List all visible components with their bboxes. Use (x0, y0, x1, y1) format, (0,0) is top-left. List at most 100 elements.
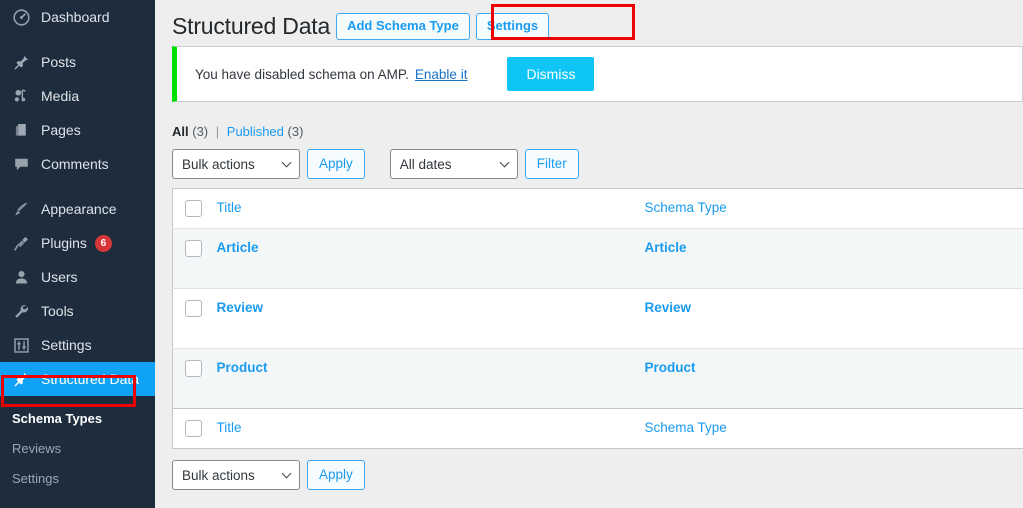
pin-icon (10, 52, 32, 72)
menu-separator (0, 34, 155, 45)
sidebar-item-dashboard[interactable]: Dashboard (0, 0, 155, 34)
chevron-down-icon (281, 468, 292, 479)
settings-button[interactable]: Settings (475, 12, 550, 40)
bulk-actions-select-bottom-value: Bulk actions (182, 467, 255, 483)
page-header: Structured Data Add Schema Type Settings (155, 0, 1023, 44)
row-schema-type-link[interactable]: Review (645, 300, 692, 315)
sidebar-item-label: Plugins (41, 235, 87, 251)
schema-type-column-sort-link-footer[interactable]: Schema Type (645, 420, 727, 435)
schema-types-table: Title Schema Type Article Article Review Re… (172, 188, 1023, 449)
select-all-header (172, 188, 215, 229)
wordpress-admin-screen: Dashboard Posts Media Pages Comments Appearan… (0, 0, 1023, 508)
schema-type-column-sort-link[interactable]: Schema Type (645, 200, 727, 215)
bulk-actions-select-bottom[interactable]: Bulk actions (172, 460, 300, 490)
apply-button-top[interactable]: Apply (307, 149, 365, 179)
sidebar-item-appearance[interactable]: Appearance (0, 192, 155, 226)
select-all-checkbox-footer[interactable] (185, 420, 202, 437)
sidebar-item-plugins[interactable]: Plugins 6 (0, 226, 155, 260)
sidebar-item-posts[interactable]: Posts (0, 45, 155, 79)
amp-notice: You have disabled schema on AMP. Enable … (172, 46, 1023, 102)
date-filter-select[interactable]: All dates (389, 149, 518, 179)
sidebar-item-label: Pages (41, 122, 81, 138)
sliders-icon (10, 335, 32, 355)
dashboard-icon (10, 7, 32, 27)
row-title-link[interactable]: Review (217, 300, 264, 315)
user-icon (10, 267, 32, 287)
tablenav-top: Bulk actions Apply All dates Filter (172, 149, 1023, 179)
comments-icon (10, 154, 32, 174)
row-schema-type-cell: Article (644, 228, 1023, 289)
admin-sidebar: Dashboard Posts Media Pages Comments Appearan… (0, 0, 163, 508)
title-column-header: Title (214, 188, 645, 229)
table-head: Title Schema Type (172, 188, 1023, 229)
sidebar-item-label: Tools (41, 303, 74, 319)
sidebar-item-label: Posts (41, 54, 77, 70)
row-checkbox[interactable] (185, 240, 202, 257)
structured-data-submenu: Schema Types Reviews Settings (0, 396, 155, 494)
sidebar-item-tools[interactable]: Tools (0, 294, 155, 328)
sidebar-item-label: Dashboard (41, 9, 110, 25)
submenu-item-reviews[interactable]: Reviews (0, 434, 155, 464)
row-title-cell: Article (214, 228, 645, 289)
sidebar-item-users[interactable]: Users (0, 260, 155, 294)
view-published-label[interactable]: Published (227, 124, 284, 139)
submenu-item-label: Settings (12, 471, 59, 486)
row-schema-type-cell: Product (644, 348, 1023, 409)
chevron-down-icon (281, 157, 292, 168)
pin-icon (10, 369, 32, 389)
date-filter-select-value: All dates (399, 156, 452, 172)
row-schema-type-cell: Review (644, 288, 1023, 349)
enable-it-link[interactable]: Enable it (415, 67, 468, 82)
select-all-checkbox[interactable] (185, 200, 202, 217)
table-row: Review Review (172, 288, 1023, 349)
row-select-cell (172, 288, 215, 349)
title-column-sort-link[interactable]: Title (217, 200, 242, 215)
sidebar-item-label: Comments (41, 156, 109, 172)
plugins-update-badge: 6 (94, 234, 112, 252)
media-icon (10, 86, 32, 106)
row-select-cell (172, 348, 215, 409)
brush-icon (10, 199, 32, 219)
views-separator: | (215, 124, 220, 139)
row-title-link[interactable]: Product (217, 360, 268, 375)
filter-button[interactable]: Filter (524, 149, 579, 179)
page-title: Structured Data (172, 13, 331, 39)
chevron-down-icon (499, 157, 510, 168)
plug-icon (10, 233, 32, 253)
bulk-actions-select-top-value: Bulk actions (182, 156, 255, 172)
row-select-cell (172, 228, 215, 289)
table-foot: Title Schema Type (172, 408, 1023, 449)
row-title-link[interactable]: Article (217, 240, 259, 255)
table-header-row: Title Schema Type (172, 188, 1023, 229)
submenu-item-label: Schema Types (12, 411, 103, 426)
add-schema-type-button[interactable]: Add Schema Type (336, 12, 470, 40)
submenu-item-settings[interactable]: Settings (0, 464, 155, 494)
row-checkbox[interactable] (185, 360, 202, 377)
row-schema-type-link[interactable]: Article (645, 240, 687, 255)
sidebar-item-pages[interactable]: Pages (0, 113, 155, 147)
table-footer-row: Title Schema Type (172, 408, 1023, 449)
wrench-icon (10, 301, 32, 321)
admin-main-content: Structured Data Add Schema Type Settings… (155, 0, 1023, 508)
title-column-sort-link-footer[interactable]: Title (217, 420, 242, 435)
notice-message: You have disabled schema on AMP. (195, 66, 409, 82)
apply-button-bottom[interactable]: Apply (307, 460, 365, 490)
view-all-label[interactable]: All (172, 124, 189, 139)
sidebar-item-settings[interactable]: Settings (0, 328, 155, 362)
row-schema-type-link[interactable]: Product (645, 360, 696, 375)
sidebar-item-media[interactable]: Media (0, 79, 155, 113)
submenu-item-schema-types[interactable]: Schema Types (0, 404, 155, 434)
sidebar-item-comments[interactable]: Comments (0, 147, 155, 181)
schema-type-column-header: Schema Type (644, 188, 1023, 229)
menu-separator (0, 181, 155, 192)
bulk-actions-select-top[interactable]: Bulk actions (172, 149, 300, 179)
sidebar-item-label: Users (41, 269, 78, 285)
view-all-count: (3) (192, 124, 209, 139)
row-title-cell: Review (214, 288, 645, 349)
sidebar-item-label: Media (41, 88, 80, 104)
dismiss-button[interactable]: Dismiss (507, 57, 595, 91)
pages-icon (10, 120, 32, 140)
select-all-footer (172, 408, 215, 449)
sidebar-item-structured-data[interactable]: Structured Data (0, 362, 163, 396)
row-checkbox[interactable] (185, 300, 202, 317)
